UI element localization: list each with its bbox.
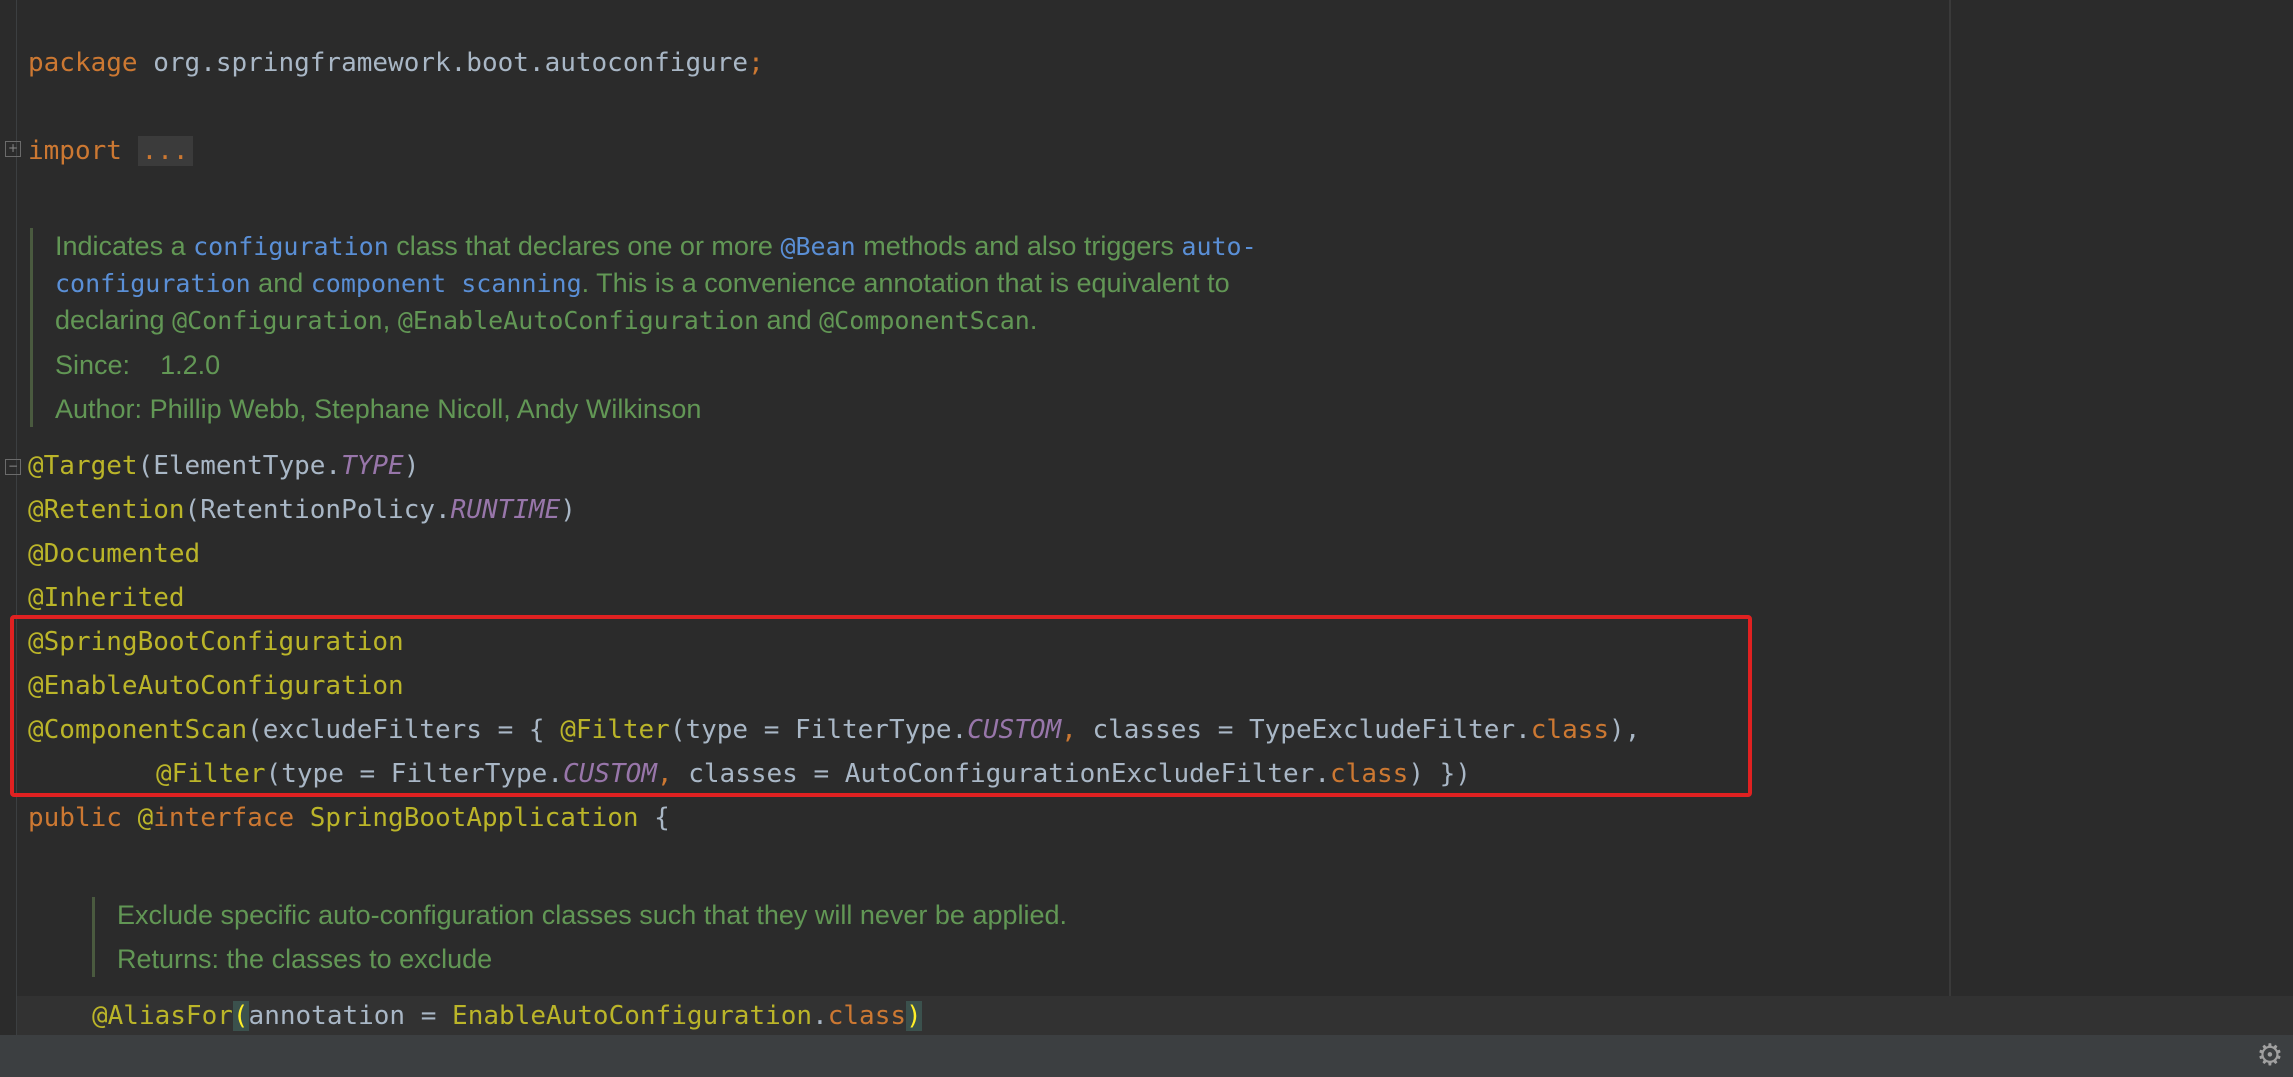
gear-icon[interactable]: ⚙ bbox=[2255, 1041, 2285, 1071]
folded-imports-placeholder[interactable]: ... bbox=[137, 136, 193, 166]
doc-since: Since: 1.2.0 bbox=[55, 350, 221, 380]
red-highlight-box bbox=[10, 615, 1752, 797]
keyword: package bbox=[28, 48, 138, 78]
status-bar: ⚙ bbox=[0, 1035, 2293, 1077]
doc-link-bean[interactable]: @Bean bbox=[780, 232, 855, 261]
code-line-package[interactable]: package org.springframework.boot.autocon… bbox=[28, 41, 764, 85]
code-line-target[interactable]: @Target(ElementType.TYPE) bbox=[28, 444, 419, 488]
package-name: org.springframework.boot.autoconfigure bbox=[153, 48, 749, 78]
code-line-aliasfor[interactable]: @AliasFor(annotation = EnableAutoConfigu… bbox=[92, 994, 922, 1038]
code-editor[interactable]: package org.springframework.boot.autocon… bbox=[0, 0, 2293, 1038]
javadoc-rendered-class: Indicates a configuration class that dec… bbox=[30, 228, 1355, 427]
doc-link-configuration[interactable]: configuration bbox=[193, 232, 389, 261]
code-line-import[interactable]: import ... bbox=[28, 129, 193, 173]
right-margin-guide bbox=[1949, 0, 1951, 1035]
doc-link-auto-configuration[interactable]: auto- bbox=[1181, 232, 1256, 261]
keyword: import bbox=[28, 136, 122, 166]
doc-returns: Returns: the classes to exclude bbox=[117, 944, 493, 974]
doc-exclude-text: Exclude specific auto-configuration clas… bbox=[117, 900, 1068, 930]
doc-paragraph: Indicates a configuration class that dec… bbox=[55, 231, 1257, 335]
fold-collapse-icon[interactable]: − bbox=[5, 459, 21, 475]
matched-brace-open: ( bbox=[232, 1001, 249, 1031]
code-line-inherited[interactable]: @Inherited bbox=[28, 576, 185, 620]
javadoc-rendered-exclude: Exclude specific auto-configuration clas… bbox=[92, 897, 1417, 977]
code-line-documented[interactable]: @Documented bbox=[28, 532, 200, 576]
fold-expand-icon[interactable]: + bbox=[5, 141, 21, 157]
semicolon: ; bbox=[748, 48, 764, 78]
doc-link-auto-configuration-cont[interactable]: configuration bbox=[55, 269, 251, 298]
matched-brace-close: ) bbox=[906, 1001, 922, 1031]
code-line-retention[interactable]: @Retention(RetentionPolicy.RUNTIME) bbox=[28, 488, 576, 532]
doc-author: Author: Phillip Webb, Stephane Nicoll, A… bbox=[55, 394, 702, 424]
doc-link-component-scanning[interactable]: component scanning bbox=[311, 269, 582, 298]
code-line-interface-declaration[interactable]: public @interface SpringBootApplication … bbox=[28, 796, 670, 840]
